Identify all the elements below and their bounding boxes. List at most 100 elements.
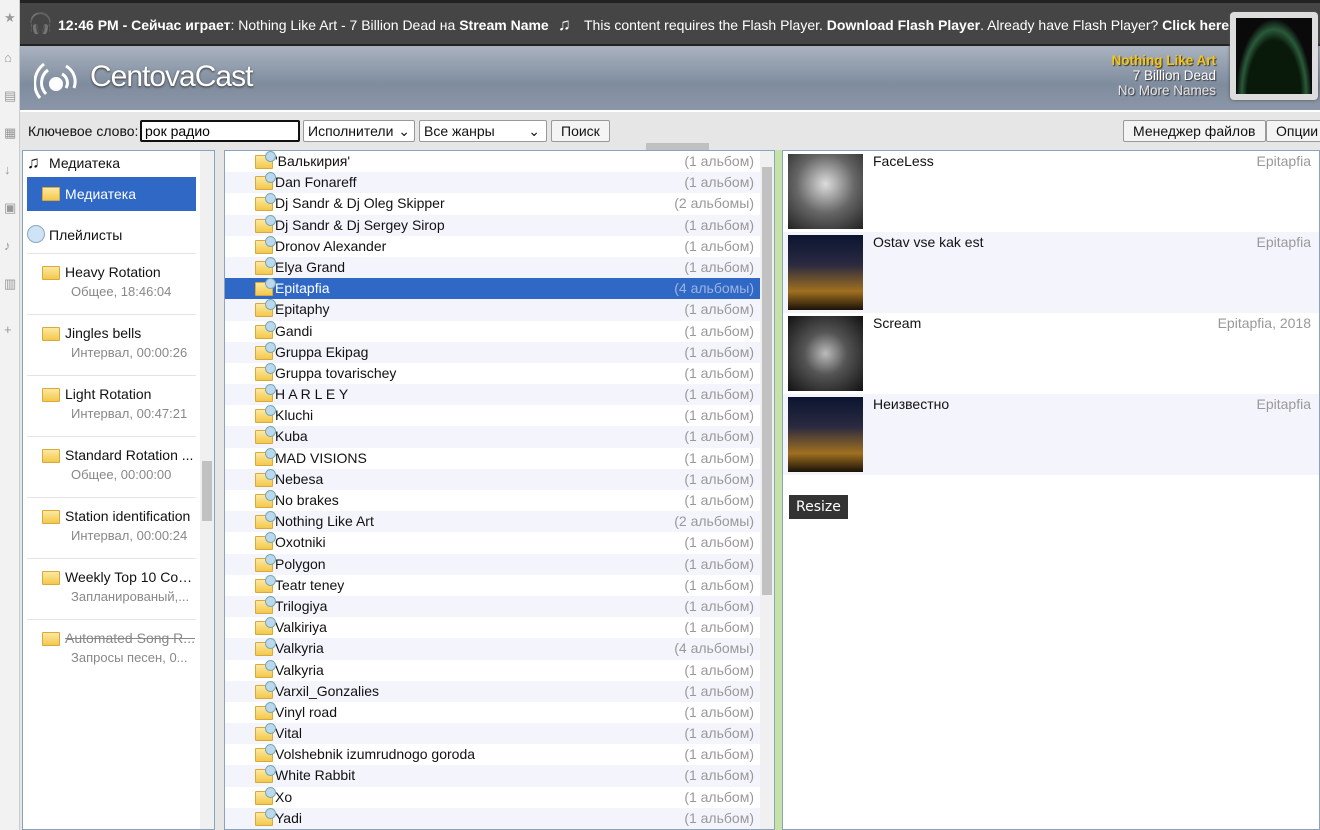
playlist-item[interactable]: Station identification Интервал, 00:00:24: [27, 497, 196, 558]
type-select[interactable]: Исполнители ⌄: [303, 120, 415, 142]
document-icon[interactable]: ▦: [4, 125, 16, 141]
music-note-icon: ♫: [558, 15, 571, 34]
album-count: (1 альбом): [684, 386, 754, 403]
library-scrollbar[interactable]: [200, 151, 214, 829]
click-here-link[interactable]: Click here.: [1162, 17, 1233, 33]
playlist-item[interactable]: Light Rotation Интервал, 00:47:21: [27, 375, 196, 436]
artist-row[interactable]: Teatr teney (1 альбом): [225, 574, 774, 596]
artist-row[interactable]: Volshebnik izumrudnogo goroda (1 альбом): [225, 744, 774, 765]
download-icon[interactable]: ↓: [4, 162, 11, 177]
file-manager-button[interactable]: Менеджер файлов: [1123, 120, 1266, 142]
artist-folder-icon: [255, 214, 276, 233]
album-row[interactable]: Неизвестно Epitapfia: [783, 394, 1319, 475]
artist-list: 'Валькирия' (1 альбом) Dan Fonareff (1 альб…: [224, 150, 775, 830]
music-icon[interactable]: ♪: [4, 238, 11, 253]
artist-row[interactable]: MAD VISIONS (1 альбом): [225, 447, 774, 469]
artist-row[interactable]: Elya Grand (1 альбом): [225, 256, 774, 279]
playlist-item[interactable]: Heavy Rotation Общее, 18:46:04: [27, 253, 196, 314]
artist-row[interactable]: Kuba (1 альбом): [225, 426, 774, 448]
artist-row[interactable]: Valkyria (4 альбомы): [225, 638, 774, 660]
artist-scrollbar[interactable]: [760, 151, 774, 829]
star-icon[interactable]: ★: [4, 10, 16, 26]
artist-folder-icon: [255, 299, 276, 318]
folder-icon: [42, 388, 60, 402]
artist-name: Dan Fonareff: [275, 174, 357, 191]
artist-row[interactable]: H A R L E Y (1 альбом): [225, 384, 774, 406]
artist-row[interactable]: No brakes (1 альбом): [225, 490, 774, 511]
keyword-label: Ключевое слово:: [28, 123, 139, 139]
album-title: FaceLess: [873, 153, 934, 169]
artist-name: White Rabbit: [275, 767, 356, 784]
folder-icon: [42, 266, 60, 280]
image-icon[interactable]: ▣: [4, 200, 16, 216]
artist-row[interactable]: Epitapfia (4 альбомы): [225, 278, 774, 300]
artist-row[interactable]: Polygon (1 альбом): [225, 553, 774, 575]
headphones-icon: 🎧: [28, 13, 53, 35]
download-flash-link[interactable]: Download Flash Player: [827, 17, 980, 33]
artist-name: Nebesa: [275, 470, 324, 487]
trash-icon[interactable]: ▥: [4, 276, 16, 292]
artist-folder-icon: [255, 511, 276, 530]
artist-row[interactable]: Yadi (1 альбом): [225, 807, 774, 829]
home-icon[interactable]: ⌂: [4, 50, 12, 65]
artist-row[interactable]: Dj Sandr & Dj Oleg Skipper (2 альбомы): [225, 193, 774, 214]
artist-folder-icon: [255, 193, 276, 212]
resize-grip[interactable]: [646, 143, 709, 150]
artist-row[interactable]: Dronov Alexander (1 альбом): [225, 235, 774, 257]
artist-row[interactable]: Valkyria (1 альбом): [225, 659, 774, 681]
type-select-value: Исполнители: [308, 123, 394, 139]
artist-row[interactable]: Gruppa tovarischey (1 альбом): [225, 362, 774, 384]
album-row[interactable]: Scream Epitapfia, 2018: [783, 313, 1319, 394]
playlist-item[interactable]: Jingles bells Интервал, 00:00:26: [27, 314, 196, 375]
artist-row[interactable]: White Rabbit (1 альбом): [225, 765, 774, 787]
artist-name: Valkiriya: [275, 619, 327, 636]
artist-row[interactable]: Kluchi (1 альбом): [225, 405, 774, 426]
artist-row[interactable]: 'Валькирия' (1 альбом): [225, 151, 774, 172]
chevron-down-icon: ⌄: [528, 123, 540, 139]
artist-row[interactable]: Gruppa Ekipag (1 альбом): [225, 341, 774, 363]
artist-row[interactable]: Vital (1 альбом): [225, 723, 774, 745]
options-button[interactable]: Опции: [1266, 120, 1320, 142]
library-header: Медиатека: [49, 155, 121, 171]
album-row[interactable]: FaceLess Epitapfia: [783, 151, 1319, 232]
artist-name: Dj Sandr & Dj Oleg Skipper: [275, 195, 445, 212]
playlist-name: Weekly Top 10 Cou...: [65, 569, 196, 585]
artist-row[interactable]: Oxotniki (1 альбом): [225, 532, 774, 553]
film-icon[interactable]: ▤: [4, 88, 16, 104]
artist-folder-icon: [255, 278, 276, 297]
artist-folder-icon: [255, 468, 276, 487]
artist-row[interactable]: Valkiriya (1 альбом): [225, 617, 774, 638]
playlist-name: Standard Rotation ...: [65, 447, 194, 463]
search-button[interactable]: Поиск: [551, 120, 610, 142]
artist-name: Polygon: [275, 555, 326, 572]
album-count: (1 альбом): [684, 449, 754, 466]
album-row[interactable]: Ostav vse kak est Epitapfia: [783, 232, 1319, 313]
album-title: Scream: [873, 315, 922, 331]
playlist-item[interactable]: Automated Song R... Запросы песен, 0...: [27, 619, 196, 680]
artist-row[interactable]: Dan Fonareff (1 альбом): [225, 172, 774, 194]
folder-icon: [42, 510, 60, 524]
artist-row[interactable]: Gandi (1 альбом): [225, 320, 774, 342]
artist-row[interactable]: Trilogiya (1 альбом): [225, 595, 774, 618]
playlist-name: Light Rotation: [65, 386, 152, 402]
artist-row[interactable]: Nothing Like Art (2 альбомы): [225, 511, 774, 533]
genre-select[interactable]: Все жанры ⌄: [419, 120, 547, 142]
artist-row[interactable]: Nebesa (1 альбом): [225, 468, 774, 490]
artist-folder-icon: [255, 341, 276, 360]
artist-row[interactable]: Varxil_Gonzalies (1 альбом): [225, 680, 774, 702]
album-art: [788, 316, 863, 391]
keyword-input[interactable]: [140, 120, 300, 142]
artist-row[interactable]: Epitaphy (1 альбом): [225, 299, 774, 321]
artist-row[interactable]: Dj Sandr & Dj Sergey Sirop (1 альбом): [225, 214, 774, 236]
playlist-info: Общее, 18:46:04: [71, 284, 172, 299]
playlist-item[interactable]: Standard Rotation ... Общее, 00:00:00: [27, 436, 196, 497]
now-playing-bar: 🎧 12:46 PM - Сейчас играет: Nothing Like…: [20, 0, 1320, 46]
album-list: FaceLess Epitapfia Ostav vse kak est Epitap…: [782, 150, 1320, 830]
chevron-down-icon: ⌄: [398, 123, 410, 139]
artist-row[interactable]: Xo (1 альбом): [225, 786, 774, 808]
playlist-item[interactable]: Weekly Top 10 Cou... Запланированый,...: [27, 558, 196, 619]
artist-row[interactable]: Vinyl road (1 альбом): [225, 701, 774, 723]
artist-folder-icon: [255, 638, 276, 657]
add-icon[interactable]: +: [4, 322, 12, 337]
library-item-media[interactable]: Медиатека: [27, 177, 196, 211]
